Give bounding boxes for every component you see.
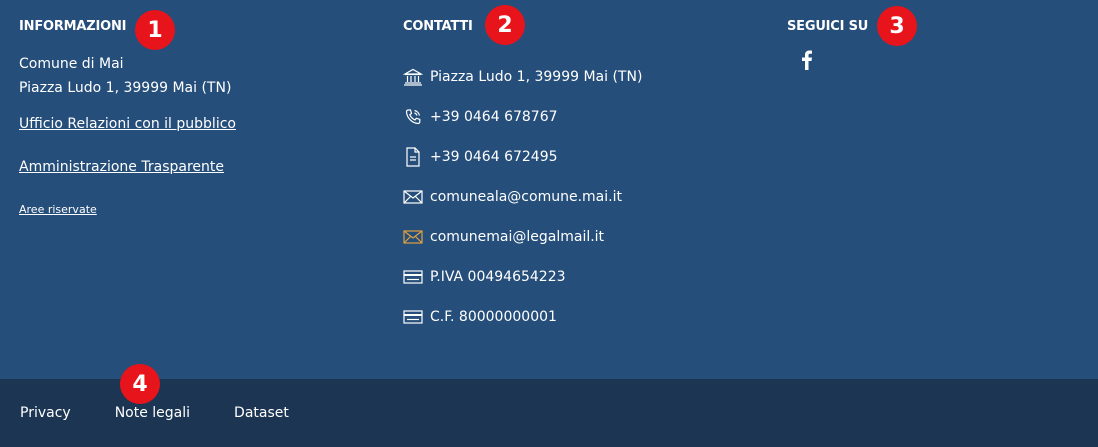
- annotation-badge-4: 4: [120, 364, 160, 404]
- dataset-link[interactable]: Dataset: [234, 405, 289, 421]
- card-icon: [403, 267, 423, 287]
- privacy-link[interactable]: Privacy: [20, 405, 71, 421]
- footer-bottom-bar: Privacy Note legali Dataset: [0, 379, 1098, 447]
- transparent-admin-link[interactable]: Amministrazione Trasparente: [19, 157, 379, 177]
- building-icon: [403, 67, 423, 87]
- contacts-list: Piazza Ludo 1, 39999 Mai (TN) +39 0464 6…: [403, 57, 763, 337]
- pec-mail-icon: [403, 227, 423, 247]
- info-address-block: Comune di Mai Piazza Ludo 1, 39999 Mai (…: [19, 52, 379, 100]
- footer-main: INFORMAZIONI Comune di Mai Piazza Ludo 1…: [0, 0, 1098, 379]
- contacts-column: CONTATTI Piazza Ludo 1, 39999 Mai (TN) +…: [403, 18, 763, 337]
- contact-email: comuneala@comune.mai.it: [403, 177, 763, 217]
- info-column: INFORMAZIONI Comune di Mai Piazza Ludo 1…: [19, 18, 379, 217]
- card-icon: [403, 307, 423, 327]
- municipality-name: Comune di Mai: [19, 56, 124, 72]
- contact-address: Piazza Ludo 1, 39999 Mai (TN): [403, 57, 763, 97]
- municipality-address: Piazza Ludo 1, 39999 Mai (TN): [19, 80, 232, 96]
- social-column: SEGUICI SU: [787, 18, 1077, 75]
- legal-nav: Privacy Note legali Dataset: [20, 379, 333, 447]
- contact-address-text: Piazza Ludo 1, 39999 Mai (TN): [430, 69, 643, 85]
- contact-fax-text: +39 0464 672495: [430, 149, 558, 165]
- contact-tax-code: C.F. 80000000001: [403, 297, 763, 337]
- contact-tax-code-text: C.F. 80000000001: [430, 309, 557, 325]
- contact-email-link[interactable]: comuneala@comune.mai.it: [430, 189, 622, 205]
- urp-link[interactable]: Ufficio Relazioni con il pubblico: [19, 114, 379, 134]
- contact-fax: +39 0464 672495: [403, 137, 763, 177]
- contact-phone-link[interactable]: +39 0464 678767: [430, 109, 558, 125]
- annotation-badge-3: 3: [877, 6, 917, 46]
- contact-vat: P.IVA 00494654223: [403, 257, 763, 297]
- annotation-badge-2: 2: [485, 5, 525, 45]
- facebook-icon[interactable]: [799, 49, 815, 71]
- contact-vat-text: P.IVA 00494654223: [430, 269, 566, 285]
- phone-icon: [403, 107, 423, 127]
- fax-icon: [403, 147, 423, 167]
- info-title: INFORMAZIONI: [19, 19, 127, 34]
- contact-phone: +39 0464 678767: [403, 97, 763, 137]
- social-links: [799, 49, 1077, 75]
- contacts-title: CONTATTI: [403, 19, 473, 34]
- contact-pec: comunemai@legalmail.it: [403, 217, 763, 257]
- mail-icon: [403, 187, 423, 207]
- legal-notes-link[interactable]: Note legali: [115, 405, 190, 421]
- social-title: SEGUICI SU: [787, 19, 869, 34]
- reserved-areas-link[interactable]: Aree riservate: [19, 203, 379, 217]
- annotation-badge-1: 1: [135, 10, 175, 50]
- contact-pec-link[interactable]: comunemai@legalmail.it: [430, 229, 604, 245]
